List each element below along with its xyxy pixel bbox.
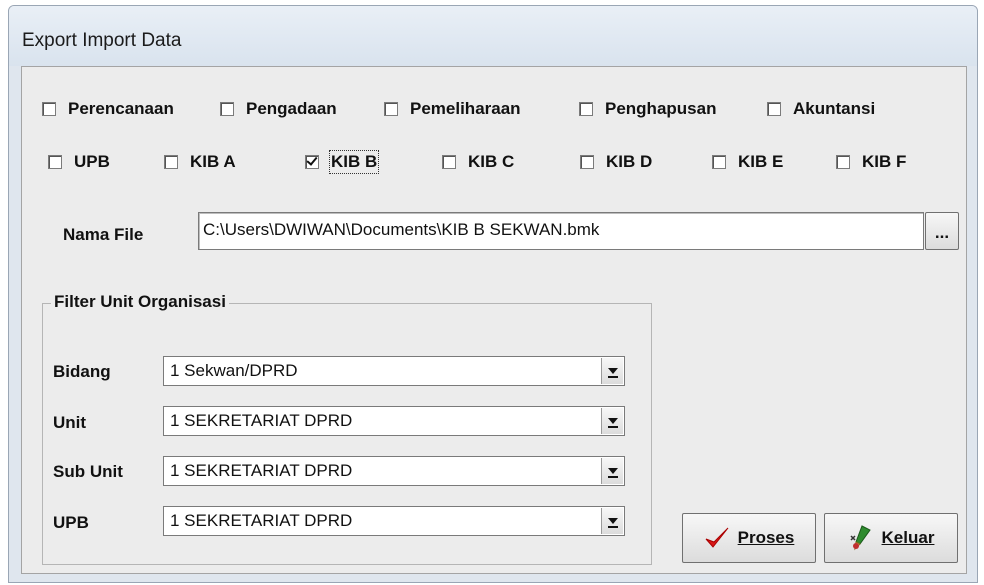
checkbox-label: KIB D [606, 152, 653, 171]
checkbox-upb[interactable]: UPB [48, 152, 110, 172]
checkmark-icon [705, 527, 729, 548]
checkbox-pengadaan[interactable]: Pengadaan [220, 99, 337, 119]
select-value: 1 SEKRETARIAT DPRD [170, 411, 353, 430]
proses-label: Proses [737, 528, 795, 547]
browse-button[interactable]: ... [925, 212, 959, 250]
checkbox-pemeliharaan[interactable]: Pemeliharaan [384, 99, 521, 119]
checkbox-kib-c[interactable]: KIB C [442, 152, 514, 172]
checkmark-icon [306, 154, 318, 166]
checkbox-box[interactable] [767, 102, 781, 116]
file-name-label: Nama File [63, 225, 144, 244]
checkbox-label: Pengadaan [246, 99, 337, 118]
upb-label: UPB [53, 513, 89, 532]
checkbox-box[interactable] [305, 154, 319, 169]
keluar-button[interactable]: Keluar [824, 513, 958, 563]
checkbox-box[interactable] [48, 155, 62, 169]
keluar-label: Keluar [881, 528, 935, 547]
sub-unit-label: Sub Unit [53, 462, 123, 481]
sub-unit-select[interactable]: 1 SEKRETARIAT DPRD [163, 456, 625, 486]
upb-select[interactable]: 1 SEKRETARIAT DPRD [163, 506, 625, 536]
chevron-down-icon[interactable] [601, 458, 623, 484]
checkbox-label: Pemeliharaan [410, 99, 521, 118]
window-title: Export Import Data [22, 30, 182, 51]
unit-select[interactable]: 1 SEKRETARIAT DPRD [163, 406, 625, 436]
checkbox-perencanaan[interactable]: Perencanaan [42, 99, 174, 119]
checkbox-box[interactable] [442, 155, 456, 169]
checkbox-penghapusan[interactable]: Penghapusan [579, 99, 716, 119]
checkbox-label: KIB E [738, 152, 784, 171]
checkbox-label: Penghapusan [605, 99, 717, 118]
select-value: 1 SEKRETARIAT DPRD [170, 461, 353, 480]
dialog-client-area: Perencanaan Pengadaan Pemeliharaan Pengh… [21, 66, 967, 574]
unit-label: Unit [53, 413, 87, 432]
bidang-label: Bidang [53, 362, 111, 381]
proses-button[interactable]: Proses [682, 513, 816, 563]
checkbox-label: Akuntansi [793, 99, 876, 118]
checkbox-label: Perencanaan [68, 99, 174, 118]
checkbox-box[interactable] [42, 102, 56, 116]
chevron-down-icon[interactable] [601, 358, 623, 384]
exit-pen-icon [850, 525, 871, 551]
file-path-input[interactable]: C:\Users\DWIWAN\Documents\KIB B SEKWAN.b… [198, 212, 924, 250]
checkbox-kib-a[interactable]: KIB A [164, 152, 236, 172]
checkbox-kib-d[interactable]: KIB D [580, 152, 652, 172]
checkbox-box[interactable] [384, 102, 398, 116]
select-value: 1 Sekwan/DPRD [170, 361, 298, 380]
checkbox-kib-b[interactable]: KIB B [305, 150, 380, 174]
group-title: Filter Unit Organisasi [51, 292, 229, 312]
checkbox-box[interactable] [580, 155, 594, 169]
bidang-select[interactable]: 1 Sekwan/DPRD [163, 356, 625, 386]
checkbox-label: KIB A [190, 152, 236, 171]
checkbox-box[interactable] [836, 155, 850, 169]
checkbox-label: KIB F [862, 152, 907, 171]
title-bar: Export Import Data [9, 6, 977, 66]
checkbox-label: KIB B [328, 150, 380, 174]
checkbox-box[interactable] [220, 102, 234, 116]
filter-unit-organisasi-group: Filter Unit Organisasi Bidang 1 Sekwan/D… [42, 292, 652, 565]
checkbox-box[interactable] [579, 102, 593, 116]
checkbox-akuntansi[interactable]: Akuntansi [767, 99, 875, 119]
checkbox-kib-f[interactable]: KIB F [836, 152, 906, 172]
chevron-down-icon[interactable] [601, 408, 623, 434]
chevron-down-icon[interactable] [601, 508, 623, 534]
select-value: 1 SEKRETARIAT DPRD [170, 511, 353, 530]
checkbox-kib-e[interactable]: KIB E [712, 152, 783, 172]
checkbox-box[interactable] [164, 155, 178, 169]
checkbox-label: UPB [74, 152, 110, 171]
checkbox-label: KIB C [468, 152, 515, 171]
checkbox-box[interactable] [712, 155, 726, 169]
export-import-window: Export Import Data Perencanaan Pengadaan… [8, 5, 978, 583]
